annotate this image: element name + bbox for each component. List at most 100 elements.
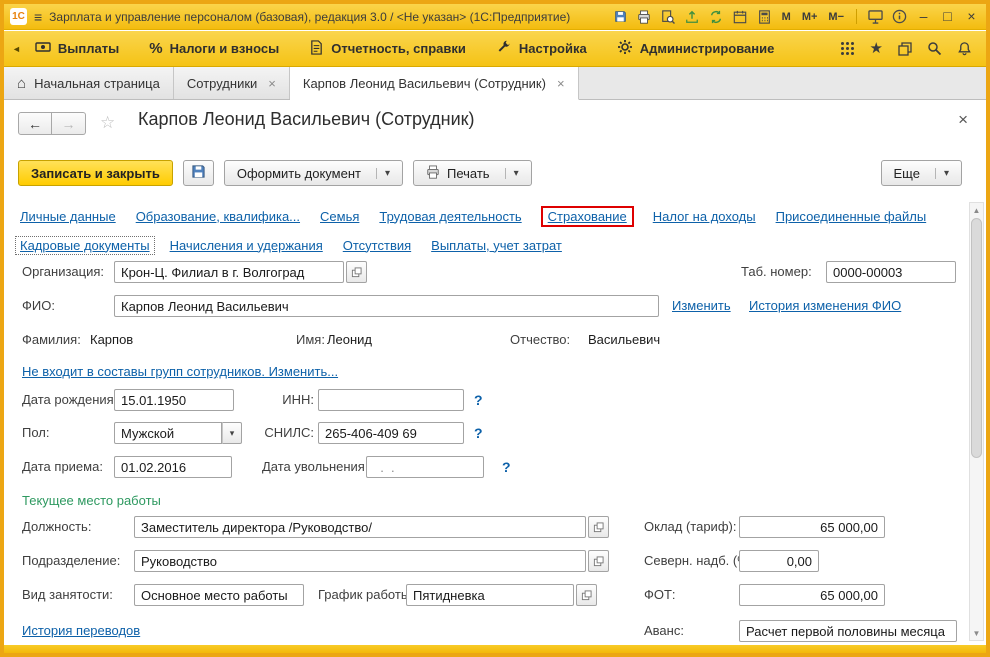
dismissal-date-field[interactable]: . . xyxy=(366,456,484,478)
tab-employee-card[interactable]: Карпов Леонид Васильевич (Сотрудник) × xyxy=(289,67,579,100)
birth-date-field[interactable]: 15.01.1950 xyxy=(114,389,234,411)
fio-field[interactable]: Карпов Леонид Васильевич xyxy=(114,295,659,317)
search-icon[interactable] xyxy=(927,41,942,56)
recent-icon[interactable] xyxy=(898,41,912,56)
nav-link-absences[interactable]: Отсутствия xyxy=(343,238,411,253)
create-document-label: Оформить документ xyxy=(236,165,361,181)
transfer-history-link[interactable]: История переводов xyxy=(22,620,140,642)
scrollbar-thumb[interactable] xyxy=(971,218,982,458)
nav-link-personal[interactable]: Личные данные xyxy=(20,209,116,224)
print-icon[interactable] xyxy=(636,8,653,25)
tab-close-icon[interactable]: × xyxy=(557,76,565,91)
sync-icon[interactable] xyxy=(708,8,725,25)
tab-home[interactable]: ⌂ Начальная страница xyxy=(4,67,174,99)
titlebar-icons: М М+ М− – □ × xyxy=(612,8,980,25)
print-button[interactable]: Печать ▾ xyxy=(412,160,532,186)
menu-item-payments[interactable]: Выплаты xyxy=(35,39,119,58)
organization-field[interactable]: Крон-Ц. Филиал в г. Волгоград xyxy=(114,261,344,283)
north-allowance-field[interactable]: 0,00 xyxy=(739,550,819,572)
tab-label: Начальная страница xyxy=(34,75,160,91)
menu-item-settings[interactable]: Настройка xyxy=(496,39,587,58)
organization-picker-button[interactable] xyxy=(346,261,367,283)
position-picker-button[interactable] xyxy=(588,516,609,538)
employee-groups-link[interactable]: Не входит в составы групп сотрудников. И… xyxy=(22,361,338,383)
nav-link-insurance[interactable]: Страхование xyxy=(548,209,627,224)
gender-dropdown-button[interactable]: ▾ xyxy=(222,422,242,444)
memory-plus-button[interactable]: М+ xyxy=(800,11,820,23)
salary-field[interactable]: 65 000,00 xyxy=(739,516,885,538)
dropdown-caret-icon[interactable]: ▾ xyxy=(375,167,390,179)
info-icon[interactable] xyxy=(891,8,908,25)
department-picker-button[interactable] xyxy=(588,550,609,572)
minimize-button[interactable]: – xyxy=(915,8,932,25)
row-groups: Не входит в составы групп сотрудников. И… xyxy=(22,361,956,385)
gender-field[interactable]: Мужской xyxy=(114,422,222,444)
main-menu-icon[interactable]: ≡ xyxy=(34,9,42,25)
nav-link-work-activity[interactable]: Трудовая деятельность xyxy=(379,209,521,224)
tab-employees[interactable]: Сотрудники × xyxy=(173,67,290,99)
nav-link-family[interactable]: Семья xyxy=(320,209,359,224)
dropdown-caret-icon[interactable]: ▾ xyxy=(934,167,949,179)
nav-link-attached-files[interactable]: Присоединенные файлы xyxy=(776,209,927,224)
dropdown-caret-icon[interactable]: ▾ xyxy=(504,167,519,179)
inn-label: ИНН: xyxy=(282,392,314,407)
maximize-button[interactable]: □ xyxy=(939,8,956,25)
scroll-down-icon[interactable]: ▼ xyxy=(970,626,983,640)
inn-field[interactable] xyxy=(318,389,464,411)
save-button[interactable] xyxy=(182,160,214,186)
calendar-icon[interactable] xyxy=(732,8,749,25)
tab-close-icon[interactable]: × xyxy=(268,76,276,91)
hire-date-field[interactable]: 01.02.2016 xyxy=(114,456,232,478)
firstname-value: Леонид xyxy=(327,332,373,347)
scroll-up-icon[interactable]: ▲ xyxy=(970,203,983,217)
department-field[interactable]: Руководство xyxy=(134,550,586,572)
payments-icon xyxy=(35,39,51,58)
fot-field[interactable]: 65 000,00 xyxy=(739,584,885,606)
save-icon[interactable] xyxy=(612,8,629,25)
collapse-sections-icon[interactable]: ◄ xyxy=(12,44,21,54)
schedule-field[interactable]: Пятидневка xyxy=(406,584,574,606)
nav-link-payments-costs[interactable]: Выплаты, учет затрат xyxy=(431,238,562,253)
back-button[interactable]: ← xyxy=(18,112,52,135)
organization-label: Организация: xyxy=(22,264,105,279)
menu-item-taxes[interactable]: % Налоги и взносы xyxy=(149,40,279,57)
menu-item-reports[interactable]: Отчетность, справки xyxy=(309,39,466,58)
print-preview-icon[interactable] xyxy=(660,8,677,25)
apps-grid-icon[interactable] xyxy=(840,41,855,56)
inn-help-icon[interactable]: ? xyxy=(474,389,483,411)
dismissal-help-icon[interactable]: ? xyxy=(502,456,511,478)
send-icon[interactable] xyxy=(684,8,701,25)
create-document-button[interactable]: Оформить документ ▾ xyxy=(223,160,403,186)
close-button[interactable]: × xyxy=(963,8,980,25)
favorite-toggle-icon[interactable]: ☆ xyxy=(100,113,115,133)
nav-link-education[interactable]: Образование, квалифика... xyxy=(136,209,300,224)
change-fio-link[interactable]: Изменить xyxy=(672,295,731,317)
nav-link-accruals[interactable]: Начисления и удержания xyxy=(170,238,323,253)
tab-number-field[interactable]: 0000-00003 xyxy=(826,261,956,283)
memory-button[interactable]: М xyxy=(780,11,793,23)
snils-help-icon[interactable]: ? xyxy=(474,422,483,444)
nav-link-income-tax[interactable]: Налог на доходы xyxy=(653,209,756,224)
employment-type-field[interactable]: Основное место работы xyxy=(134,584,304,606)
more-button[interactable]: Еще ▾ xyxy=(880,160,962,186)
fio-label: ФИО: xyxy=(22,298,55,313)
snils-field[interactable]: 265-406-409 69 xyxy=(318,422,464,444)
position-field[interactable]: Заместитель директора /Руководство/ xyxy=(134,516,586,538)
schedule-picker-button[interactable] xyxy=(576,584,597,606)
display-settings-icon[interactable] xyxy=(867,8,884,25)
calculator-icon[interactable] xyxy=(756,8,773,25)
menu-item-administration[interactable]: Администрирование xyxy=(617,39,774,58)
vertical-scrollbar[interactable]: ▲ ▼ xyxy=(969,202,984,641)
current-workplace-section-title: Текущее место работы xyxy=(22,493,161,508)
memory-minus-button[interactable]: М− xyxy=(826,11,846,23)
forward-button[interactable]: → xyxy=(52,112,86,135)
notifications-bell-icon[interactable] xyxy=(957,41,972,56)
nav-link-hr-documents[interactable]: Кадровые документы xyxy=(20,238,150,253)
favorites-star-icon[interactable]: ★ xyxy=(870,41,883,56)
form-close-icon[interactable]: × xyxy=(958,110,968,130)
save-and-close-button[interactable]: Записать и закрыть xyxy=(18,160,173,186)
open-windows-tabbar: ⌂ Начальная страница Сотрудники × Карпов… xyxy=(4,67,986,100)
window-title: Зарплата и управление персоналом (базова… xyxy=(49,9,571,24)
fio-history-link[interactable]: История изменения ФИО xyxy=(749,295,901,317)
advance-field[interactable]: Расчет первой половины месяца xyxy=(739,620,957,642)
